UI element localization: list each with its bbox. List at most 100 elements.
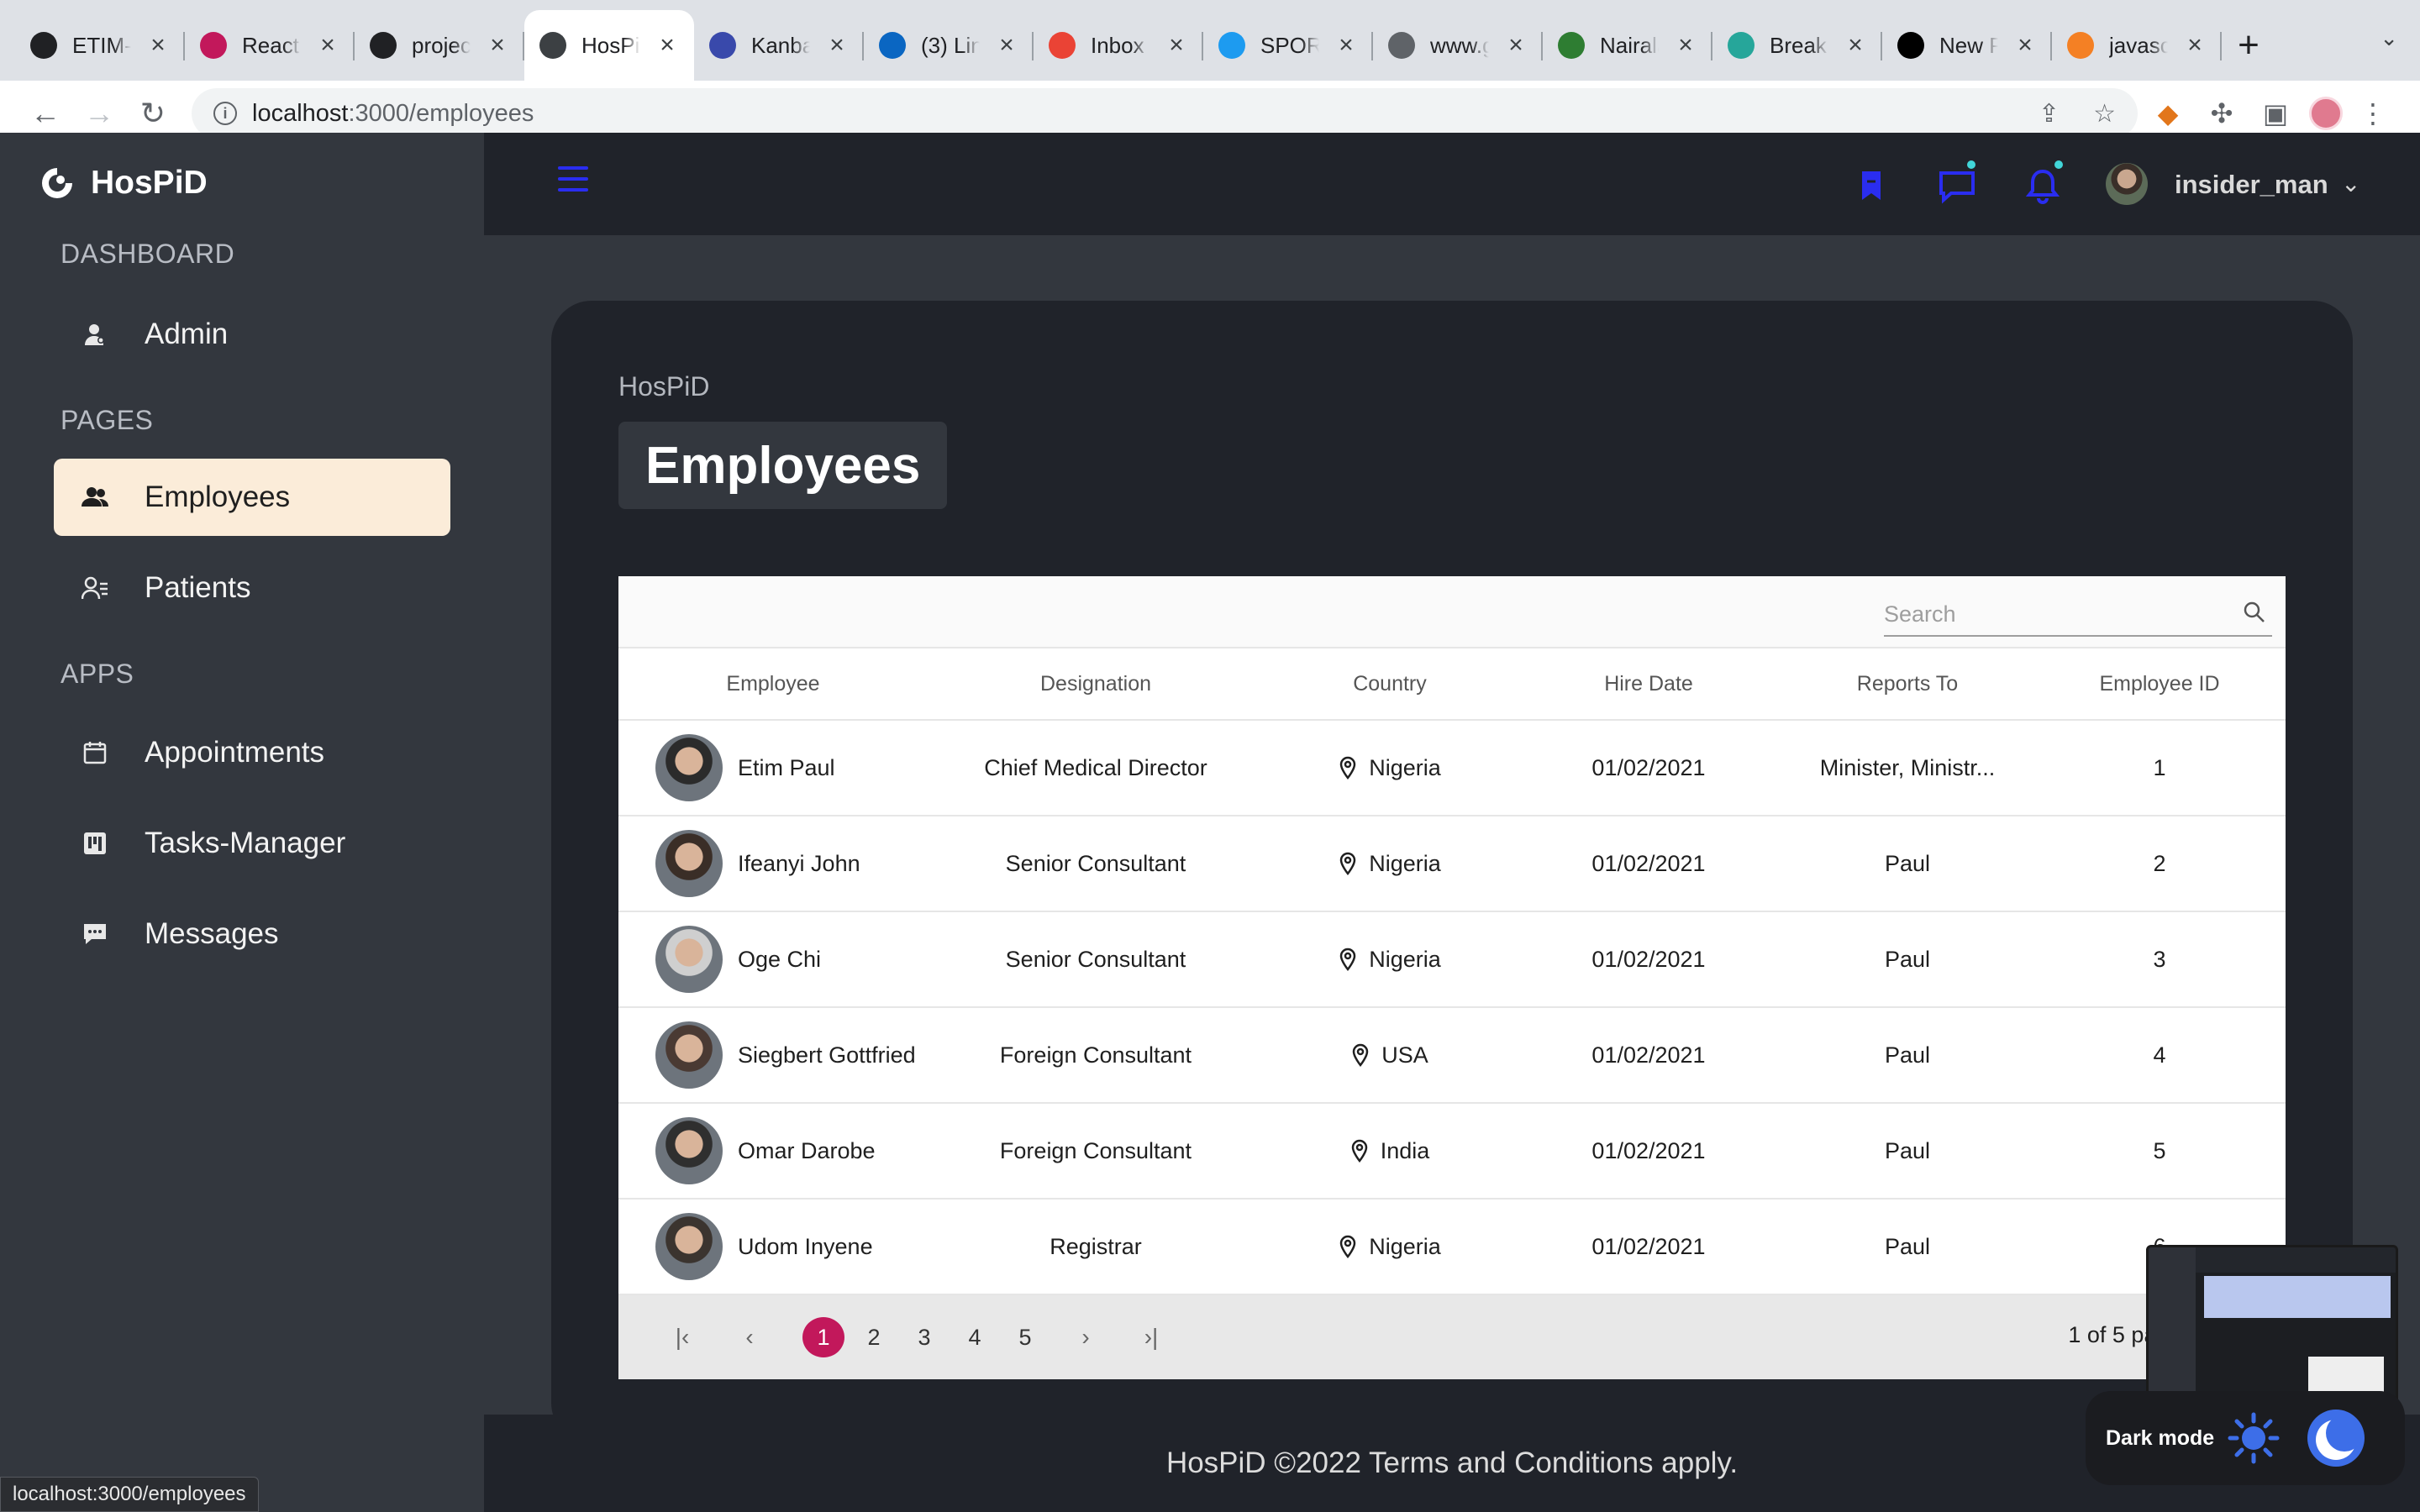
next-page-icon[interactable]: › bbox=[1060, 1317, 1111, 1357]
preview-topbar bbox=[2196, 1247, 2396, 1273]
browser-menu-icon[interactable]: ⋮ bbox=[2349, 90, 2396, 137]
browser-tab[interactable]: HosPiD × bbox=[524, 10, 694, 81]
sidebar-item-employees[interactable]: Employees bbox=[54, 459, 450, 536]
close-icon[interactable]: × bbox=[2013, 31, 2037, 60]
page-number-button[interactable]: 1 bbox=[802, 1317, 844, 1357]
browser-tab[interactable]: ETIM-I × bbox=[15, 10, 185, 81]
sidebar-item-admin[interactable]: Admin bbox=[54, 296, 450, 373]
column-header-country[interactable]: Country bbox=[1264, 672, 1516, 696]
close-icon[interactable]: × bbox=[2183, 31, 2207, 60]
close-icon[interactable]: × bbox=[825, 31, 849, 60]
employees-grid: Employee Designation Country Hire Date R… bbox=[618, 576, 2286, 1379]
sun-icon[interactable] bbox=[2227, 1411, 2281, 1465]
tab-title: HosPiD bbox=[581, 32, 640, 58]
tab-title: React bbox=[242, 32, 299, 58]
chevron-down-icon[interactable]: ⌄ bbox=[2341, 170, 2360, 197]
first-page-icon[interactable]: |‹ bbox=[657, 1317, 708, 1357]
section-title-pages: PAGES bbox=[60, 405, 154, 435]
globe-icon bbox=[1388, 32, 1415, 59]
status-bar-url: localhost:3000/employees bbox=[0, 1477, 259, 1512]
extensions-puzzle-icon[interactable]: ✣ bbox=[2198, 90, 2245, 137]
column-header-reports-to[interactable]: Reports To bbox=[1781, 672, 2033, 696]
linkedin-icon bbox=[879, 32, 906, 59]
site-info-icon[interactable]: i bbox=[213, 102, 237, 125]
tab-search-chevron-icon[interactable]: ⌄ bbox=[2380, 25, 2398, 51]
close-icon[interactable]: × bbox=[1504, 31, 1528, 60]
page-numbers: 12345 bbox=[798, 1317, 1050, 1357]
new-tab-button[interactable]: + bbox=[2222, 10, 2275, 81]
menu-hamburger-icon[interactable] bbox=[558, 166, 588, 195]
sidebar-item-appointments[interactable]: Appointments bbox=[54, 714, 450, 791]
sidebar-item-label: Tasks-Manager bbox=[145, 827, 346, 859]
react-icon bbox=[200, 32, 227, 59]
address-bar[interactable]: i localhost:3000/employees ⇪ ☆ bbox=[192, 88, 2138, 139]
brand[interactable]: HosPiD bbox=[39, 165, 208, 202]
search-field bbox=[1884, 593, 2272, 637]
github-icon bbox=[30, 32, 57, 59]
profile-avatar[interactable] bbox=[2309, 97, 2343, 130]
browser-tab[interactable]: Kanban × bbox=[694, 10, 864, 81]
country-name: Nigeria bbox=[1369, 850, 1441, 876]
browser-tab[interactable]: React × bbox=[185, 10, 355, 81]
chat-notification-dot bbox=[1965, 158, 1978, 171]
table-row[interactable]: Omar Darobe Foreign Consultant India 01/02/… bbox=[618, 1104, 2286, 1200]
cell-country: Nigeria bbox=[1264, 851, 1516, 877]
prev-page-icon[interactable]: ‹ bbox=[724, 1317, 775, 1357]
close-icon[interactable]: × bbox=[1674, 31, 1697, 60]
browser-tab[interactable]: SPORT × bbox=[1203, 10, 1373, 81]
close-icon[interactable]: × bbox=[1334, 31, 1358, 60]
browser-tab[interactable]: project × bbox=[355, 10, 524, 81]
page-number-button[interactable]: 4 bbox=[954, 1317, 996, 1357]
sidebar-item-label: Admin bbox=[145, 318, 229, 350]
sidebar-item-tasks-manager[interactable]: Tasks-Manager bbox=[54, 805, 450, 882]
section-title-dashboard: DASHBOARD bbox=[60, 239, 235, 269]
column-header-employee-id[interactable]: Employee ID bbox=[2033, 672, 2286, 696]
url-host: localhost bbox=[252, 99, 349, 127]
last-page-icon[interactable]: ›| bbox=[1126, 1317, 1176, 1357]
moon-icon[interactable] bbox=[2306, 1408, 2366, 1468]
search-icon[interactable] bbox=[2242, 600, 2267, 625]
tab-title: ETIM-I bbox=[72, 32, 131, 58]
table-row[interactable]: Oge Chi Senior Consultant Nigeria 01/02/202… bbox=[618, 912, 2286, 1008]
column-header-hire-date[interactable]: Hire Date bbox=[1516, 672, 1781, 696]
column-header-employee[interactable]: Employee bbox=[618, 672, 928, 696]
close-icon[interactable]: × bbox=[316, 31, 339, 60]
search-input[interactable] bbox=[1884, 601, 2220, 627]
github-icon bbox=[370, 32, 397, 59]
close-icon[interactable]: × bbox=[1844, 31, 1867, 60]
close-icon[interactable]: × bbox=[146, 31, 170, 60]
side-panel-icon[interactable]: ▣ bbox=[2252, 90, 2299, 137]
employee-avatar bbox=[655, 1213, 723, 1280]
browser-tab[interactable]: Inbox × bbox=[1034, 10, 1203, 81]
close-icon[interactable]: × bbox=[995, 31, 1018, 60]
browser-tab[interactable]: javasc × bbox=[2052, 10, 2222, 81]
table-row[interactable]: Ifeanyi John Senior Consultant Nigeria 01/0… bbox=[618, 816, 2286, 912]
patients-icon bbox=[79, 572, 111, 604]
user-name[interactable]: insider_man bbox=[2175, 170, 2328, 200]
share-icon[interactable]: ⇪ bbox=[2039, 99, 2060, 129]
browser-tab[interactable]: (3) Lin × bbox=[864, 10, 1034, 81]
browser-tab[interactable]: New P × bbox=[1882, 10, 2052, 81]
browser-tab[interactable]: Nairala × bbox=[1543, 10, 1712, 81]
column-header-designation[interactable]: Designation bbox=[928, 672, 1264, 696]
table-row[interactable]: Udom Inyene Registrar Nigeria 01/02/2021 Pau… bbox=[618, 1200, 2286, 1295]
table-row[interactable]: Siegbert Gottfried Foreign Consultant USA 0… bbox=[618, 1008, 2286, 1104]
employee-name: Etim Paul bbox=[738, 754, 835, 780]
page-number-button[interactable]: 2 bbox=[853, 1317, 895, 1357]
bookmark-star-icon[interactable]: ☆ bbox=[2093, 99, 2116, 129]
page-number-button[interactable]: 5 bbox=[1004, 1317, 1046, 1357]
close-icon[interactable]: × bbox=[1165, 31, 1188, 60]
sidebar-item-messages[interactable]: Messages bbox=[54, 895, 450, 973]
user-avatar[interactable] bbox=[2106, 163, 2148, 205]
app-preview-thumbnail[interactable] bbox=[2146, 1245, 2398, 1410]
metamask-extension-icon[interactable]: ◆ bbox=[2144, 90, 2191, 137]
table-row[interactable]: Etim Paul Chief Medical Director Nigeria 01… bbox=[618, 721, 2286, 816]
country-name: Nigeria bbox=[1369, 754, 1441, 780]
browser-tab[interactable]: www.g × bbox=[1373, 10, 1543, 81]
bookmark-icon[interactable] bbox=[1850, 165, 1892, 207]
browser-tab[interactable]: Break × bbox=[1712, 10, 1882, 81]
sidebar-item-patients[interactable]: Patients bbox=[54, 549, 450, 627]
close-icon[interactable]: × bbox=[486, 31, 509, 60]
page-number-button[interactable]: 3 bbox=[903, 1317, 945, 1357]
close-icon[interactable]: × bbox=[655, 31, 679, 60]
